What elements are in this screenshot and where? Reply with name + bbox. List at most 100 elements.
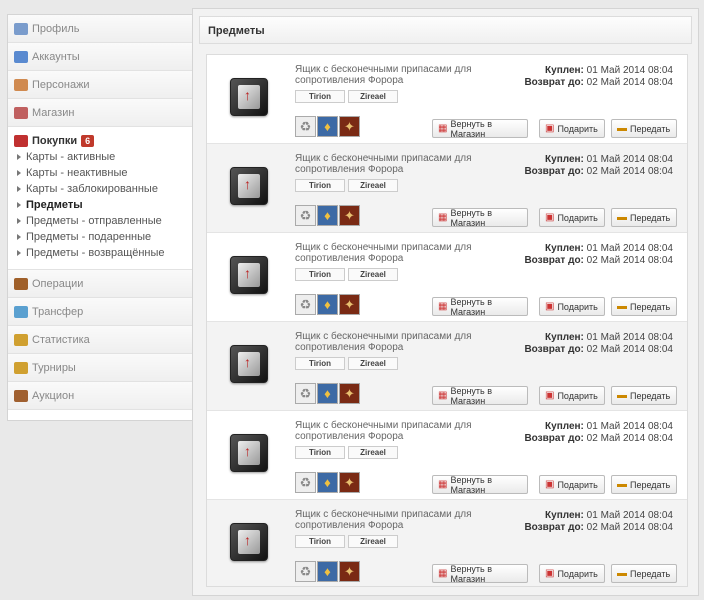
red-emblem-icon[interactable]: ✦ <box>339 472 360 493</box>
gift-button[interactable]: ▣ Подарить <box>539 119 605 138</box>
submenu-item[interactable]: Предметы - возвращённые <box>14 245 192 261</box>
bought-label: Куплен: <box>545 243 584 254</box>
return-to-shop-button[interactable]: ▦ Вернуть в Магазин <box>432 564 528 584</box>
sidebar-item-2[interactable]: Персонажи <box>8 71 192 99</box>
gold-emblem-icon[interactable]: ♦ <box>317 472 338 493</box>
sidebar-item-1[interactable]: Аккаунты <box>8 43 192 71</box>
shop-icon: ▦ <box>438 390 448 401</box>
sidebar-item-b1[interactable]: Трансфер <box>8 298 192 326</box>
recycle-icon[interactable]: ♻ <box>295 383 316 404</box>
sidebar-item-purchases[interactable]: Покупки 6 <box>14 133 192 149</box>
sidebar-item-0[interactable]: Профиль <box>8 15 192 43</box>
truck-icon: ▬ <box>617 212 627 223</box>
gold-emblem-icon[interactable]: ♦ <box>317 383 338 404</box>
submenu-item[interactable]: Карты - активные <box>14 149 192 165</box>
return-date: 02 Май 2014 08:04 <box>586 255 673 266</box>
character-tag: Zireael <box>348 268 398 281</box>
submenu-item[interactable]: Предметы - подаренные <box>14 229 192 245</box>
item-name[interactable]: Ящик с бесконечными припасами для сопрот… <box>295 153 480 175</box>
red-emblem-icon[interactable]: ✦ <box>339 383 360 404</box>
recycle-icon[interactable]: ♻ <box>295 116 316 137</box>
gift-icon: ▣ <box>545 568 555 579</box>
gift-button[interactable]: ▣ Подарить <box>539 564 605 583</box>
item-name[interactable]: Ящик с бесконечными припасами для сопрот… <box>295 509 480 531</box>
gift-button[interactable]: ▣ Подарить <box>539 386 605 405</box>
item-tags: Tirion Zireael <box>295 268 398 281</box>
submenu-item[interactable]: Предметы - отправленные <box>14 213 192 229</box>
red-emblem-icon[interactable]: ✦ <box>339 205 360 226</box>
transfer-label: Передать <box>630 301 671 312</box>
red-emblem-icon[interactable]: ✦ <box>339 116 360 137</box>
return-to-shop-button[interactable]: ▦ Вернуть в Магазин <box>432 297 528 317</box>
sidebar-item-b3[interactable]: Турниры <box>8 354 192 382</box>
transfer-button[interactable]: ▬ Передать <box>611 386 677 405</box>
shop-icon: ▦ <box>438 301 448 312</box>
list-item: Ящик с бесконечными припасами для сопрот… <box>207 144 687 233</box>
item-thumbnail[interactable] <box>230 434 268 472</box>
item-tags: Tirion Zireael <box>295 535 398 548</box>
sidebar-item-3[interactable]: Магазин <box>8 99 192 127</box>
bought-date: 01 Май 2014 08:04 <box>586 510 673 521</box>
sidebar-item-b4[interactable]: Аукцион <box>8 382 192 410</box>
crate-icon <box>238 174 260 198</box>
transfer-button[interactable]: ▬ Передать <box>611 119 677 138</box>
item-name[interactable]: Ящик с бесконечными припасами для сопрот… <box>295 331 480 353</box>
recycle-icon[interactable]: ♻ <box>295 294 316 315</box>
item-name[interactable]: Ящик с бесконечными припасами для сопрот… <box>295 64 480 86</box>
users-icon <box>14 78 28 91</box>
return-date: 02 Май 2014 08:04 <box>586 166 673 177</box>
sidebar-item-b0[interactable]: Операции <box>8 270 192 298</box>
sidebar-item-label: Профиль <box>32 22 80 35</box>
chart-icon <box>14 333 28 346</box>
item-thumbnail[interactable] <box>230 523 268 561</box>
item-thumbnail[interactable] <box>230 78 268 116</box>
submenu-item[interactable]: Карты - неактивные <box>14 165 192 181</box>
return-date: 02 Май 2014 08:04 <box>586 344 673 355</box>
sidebar-item-b2[interactable]: Статистика <box>8 326 192 354</box>
sidebar-item-label: Статистика <box>32 333 90 346</box>
gold-emblem-icon[interactable]: ♦ <box>317 205 338 226</box>
item-thumbnail[interactable] <box>230 256 268 294</box>
crate-icon <box>238 263 260 287</box>
gift-label: Подарить <box>557 479 598 490</box>
transfer-icon <box>14 305 28 318</box>
transfer-button[interactable]: ▬ Передать <box>611 564 677 583</box>
server-tag: Tirion <box>295 90 345 103</box>
character-tag: Zireael <box>348 357 398 370</box>
gold-emblem-icon[interactable]: ♦ <box>317 116 338 137</box>
item-name[interactable]: Ящик с бесконечными припасами для сопрот… <box>295 420 480 442</box>
return-to-shop-button[interactable]: ▦ Вернуть в Магазин <box>432 386 528 406</box>
gift-button[interactable]: ▣ Подарить <box>539 208 605 227</box>
transfer-button[interactable]: ▬ Передать <box>611 208 677 227</box>
gift-label: Подарить <box>557 212 598 223</box>
return-label: Возврат до: <box>524 433 584 444</box>
red-emblem-icon[interactable]: ✦ <box>339 294 360 315</box>
item-name[interactable]: Ящик с бесконечными припасами для сопрот… <box>295 242 480 264</box>
return-to-shop-button[interactable]: ▦ Вернуть в Магазин <box>432 208 528 228</box>
recycle-icon[interactable]: ♻ <box>295 472 316 493</box>
gold-emblem-icon[interactable]: ♦ <box>317 294 338 315</box>
gift-button[interactable]: ▣ Подарить <box>539 297 605 316</box>
recycle-icon[interactable]: ♻ <box>295 205 316 226</box>
submenu-item[interactable]: Карты - заблокированные <box>14 181 192 197</box>
transfer-button[interactable]: ▬ Передать <box>611 297 677 316</box>
truck-icon: ▬ <box>617 390 627 401</box>
gold-emblem-icon[interactable]: ♦ <box>317 561 338 582</box>
submenu-item[interactable]: Предметы <box>14 197 192 213</box>
recycle-icon[interactable]: ♻ <box>295 561 316 582</box>
gift-button[interactable]: ▣ Подарить <box>539 475 605 494</box>
return-to-shop-button[interactable]: ▦ Вернуть в Магазин <box>432 475 528 495</box>
transfer-button[interactable]: ▬ Передать <box>611 475 677 494</box>
item-thumbnail[interactable] <box>230 167 268 205</box>
red-emblem-icon[interactable]: ✦ <box>339 561 360 582</box>
hammer-icon <box>14 389 28 402</box>
return-to-shop-button[interactable]: ▦ Вернуть в Магазин <box>432 119 528 139</box>
item-thumbnail[interactable] <box>230 345 268 383</box>
item-tags: Tirion Zireael <box>295 357 398 370</box>
sidebar-item-label: Персонажи <box>32 78 90 91</box>
transfer-label: Передать <box>630 568 671 579</box>
server-tag: Tirion <box>295 357 345 370</box>
sidebar-section-purchases: Покупки 6 Карты - активные Карты - неактивн… <box>8 127 192 270</box>
sidebar-spacer <box>8 410 192 420</box>
character-tag: Zireael <box>348 446 398 459</box>
